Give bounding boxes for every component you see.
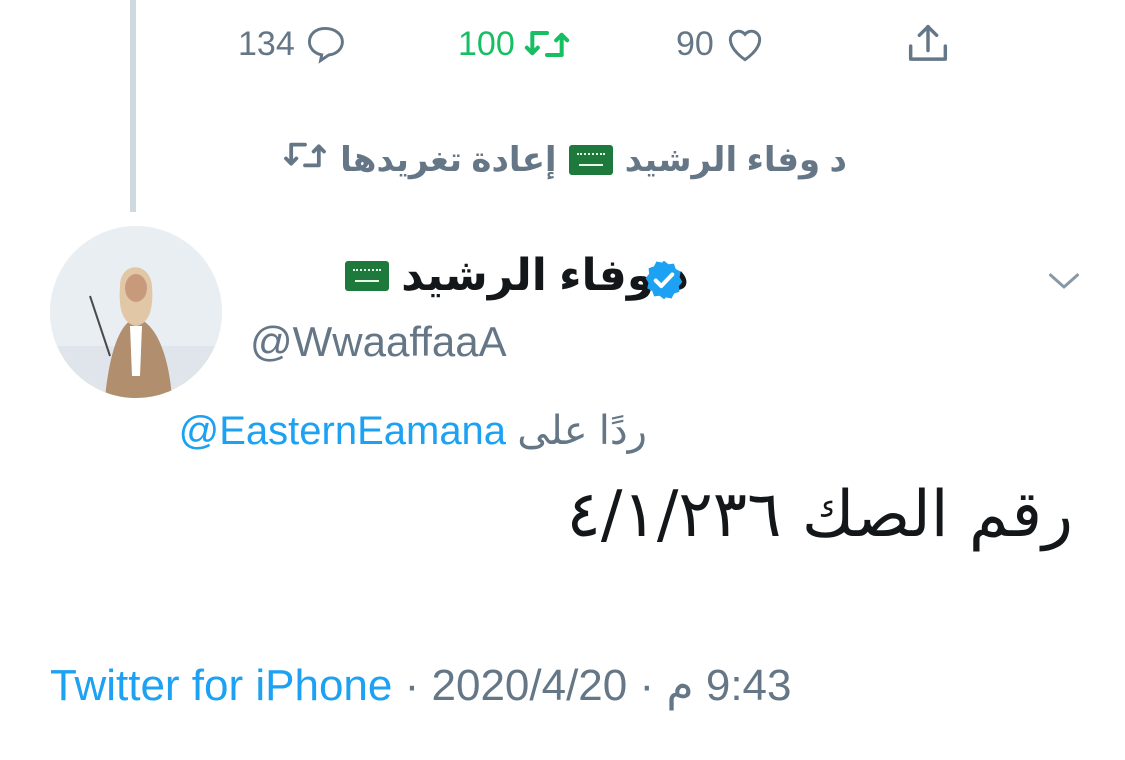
share-button[interactable] [900,14,956,74]
retweet-count: 100 [458,24,515,63]
meta-separator: · [639,661,655,710]
reply-to-prefix: ردًا على [517,409,647,453]
retweet-context-label: إعادة تغريدها [340,140,557,179]
retweet-context-icon [282,136,328,183]
avatar[interactable] [50,226,222,398]
like-button[interactable]: 90 [676,14,768,74]
meta-separator: · [404,661,420,710]
reply-to-mention[interactable]: @EasternEamana [179,409,506,453]
saudi-flag-icon [568,144,613,175]
retweet-context[interactable]: د وفاء الرشيد إعادة تغريدها [282,136,847,183]
thread-line [130,0,136,212]
user-handle[interactable]: @WwaaffaaA [250,318,507,366]
tweet-meta: Twitter for iPhone · 2020/4/20 · 9:43 م [50,660,791,711]
display-name[interactable]: د وفاء الرشيد [345,250,689,301]
like-icon [722,22,768,66]
chevron-down-icon[interactable] [1046,268,1082,299]
reply-icon [303,22,347,66]
saudi-flag-icon [345,260,390,291]
reply-count: 134 [238,24,295,63]
tweet-detail: 134 100 90 د وفاء الرشيد إعادة تغريدها د… [0,0,1125,760]
reply-button[interactable]: 134 [238,14,347,74]
reply-to-line: ردًا على @EasternEamana [179,408,647,454]
tweet-source[interactable]: Twitter for iPhone [50,661,392,710]
retweet-button[interactable]: 100 [458,14,571,74]
share-icon [900,18,956,70]
tweet-text: رقم الصك ٤/١/٢٣٦ [566,478,1074,552]
retweet-icon [523,22,571,66]
retweeter-name: د وفاء الرشيد [624,140,847,179]
verified-icon [642,258,686,302]
like-count: 90 [676,24,714,63]
tweet-time: 9:43 م [666,661,792,710]
tweet-date: 2020/4/20 [431,661,628,710]
